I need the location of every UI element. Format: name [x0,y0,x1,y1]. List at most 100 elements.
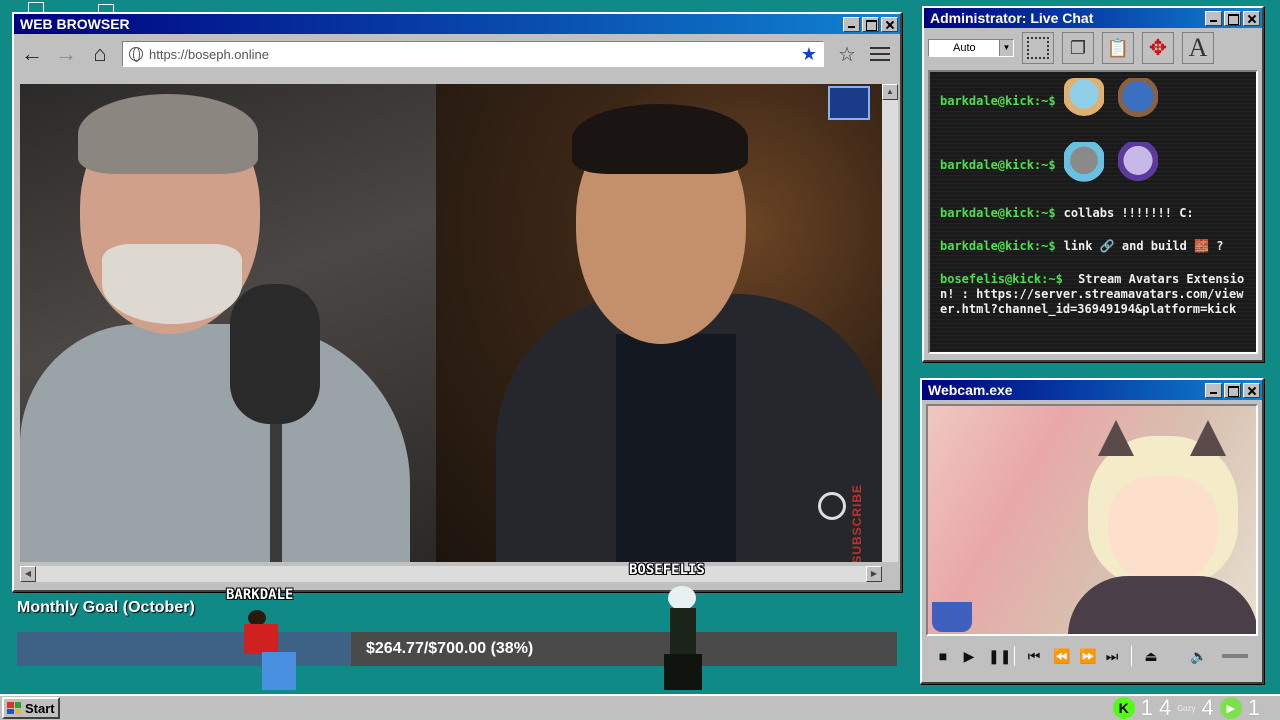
watermark-icon [818,492,846,520]
video-panel-left [20,84,436,562]
address-bar[interactable]: https://boseph.online ★ [122,41,824,67]
fast-forward-icon[interactable]: ⏩ [1079,648,1096,665]
tray-count: 1 [1247,695,1260,720]
pause-icon[interactable]: ❚❚ [988,648,1011,665]
skip-back-icon[interactable]: ⏮ [1027,648,1041,665]
scroll-left-icon[interactable]: ◀ [20,566,36,582]
browser-title: WEB BROWSER [20,16,130,32]
skip-forward-icon[interactable]: ⏭ [1105,648,1119,665]
maximize-button[interactable] [1224,382,1241,398]
favorites-star-icon[interactable]: ☆ [834,42,860,67]
horizontal-scrollbar[interactable]: ◀ ▶ [20,566,882,582]
bookmark-star-icon[interactable]: ★ [801,44,817,65]
goal-amount: $264.77/$700.00 (38%) [366,640,534,657]
chat-titlebar[interactable]: Administrator: Live Chat [924,8,1262,28]
chat-window: Administrator: Live Chat Auto ▼ ❐ 📋 ✥ A … [922,6,1264,362]
copy-tool-button[interactable]: ❐ [1062,32,1094,64]
scroll-right-icon[interactable]: ▶ [866,566,882,582]
start-label: Start [25,700,55,716]
chat-message: barkdale@kick:~$ collabs !!!!!!! C: [940,206,1246,221]
windows-logo-icon [7,702,21,714]
home-icon[interactable]: ⌂ [88,43,112,65]
hamburger-menu-icon[interactable] [870,47,890,61]
close-button[interactable] [881,16,898,32]
start-button[interactable]: Start [2,697,60,719]
move-tool-button[interactable]: ✥ [1142,32,1174,64]
kick-icon[interactable]: K [1112,697,1135,719]
forward-arrow-icon[interactable]: → [54,43,78,65]
rewind-icon[interactable]: ⏪ [1053,648,1070,665]
browser-navbar: ← → ⌂ https://boseph.online ★ ☆ [14,34,900,74]
webcam-window: Webcam.exe ■ ▶ ❚❚ ⏮ ⏪ ⏩ ⏭ ⏏ 🔈 [920,378,1264,684]
chat-username: barkdale@kick:~$ [940,157,1056,172]
mewtwo-emote-icon [1117,142,1158,188]
chevron-down-icon[interactable]: ▼ [999,40,1013,56]
webcam-title: Webcam.exe [928,382,1013,398]
goal-progress-fill [17,632,352,666]
maximize-button[interactable] [862,16,879,32]
close-button[interactable] [1243,10,1260,26]
minimize-button[interactable] [1205,10,1222,26]
chat-title: Administrator: Live Chat [930,10,1094,26]
chat-message: bosefelis@kick:~$ Stream Avatars Extensi… [940,272,1246,317]
vertical-scrollbar[interactable]: ▲ [882,84,898,562]
webcam-titlebar[interactable]: Webcam.exe [922,380,1262,400]
blastoise-emote-icon [1117,78,1158,124]
taskbar: Start K 1 4 Cozy 4 ▶ 1 [0,694,1280,720]
chat-username: barkdale@kick:~$ [940,206,1056,220]
chat-text: collabs !!!!!!! C: [1063,206,1194,220]
paste-icon: 📋 [1106,37,1130,58]
volume-icon[interactable]: 🔈 [1190,648,1207,665]
tray-count: 1 4 [1140,695,1172,720]
volume-slider[interactable] [1222,654,1248,658]
squirtle-emote-icon [1063,78,1104,124]
play-circle-icon[interactable]: ▶ [1219,697,1242,719]
browser-window: WEB BROWSER ← → ⌂ https://boseph.online … [12,12,902,592]
browser-titlebar[interactable]: WEB BROWSER [14,14,900,34]
maximize-button[interactable] [1224,10,1241,26]
chat-toolbar: Auto ▼ ❐ 📋 ✥ A [924,28,1262,68]
chat-username: barkdale@kick:~$ [940,93,1056,108]
eject-icon[interactable]: ⏏ [1144,648,1158,665]
media-controls: ■ ▶ ❚❚ ⏮ ⏪ ⏩ ⏭ ⏏ 🔈 [926,642,1258,670]
copy-icon: ❐ [1069,37,1087,58]
goal-progress-bar: $264.77/$700.00 (38%) [17,632,897,666]
goal-title: Monthly Goal (October) [17,599,195,616]
avatar-name-barkdale: BARKDALE [226,587,294,603]
avatar-sprite [668,586,696,610]
chat-username: barkdale@kick:~$ [940,239,1056,253]
chat-message: barkdale@kick:~$ [940,78,1246,124]
font-size-dropdown[interactable]: Auto ▼ [928,39,1014,57]
close-button[interactable] [1243,382,1260,398]
url-text: https://boseph.online [149,46,269,62]
select-tool-button[interactable] [1022,32,1054,64]
chat-username: bosefelis@kick:~$ [940,272,1063,286]
paste-tool-button[interactable]: 📋 [1102,32,1134,64]
dropdown-value: Auto [953,42,976,54]
video-player[interactable]: SUBSCRIBE [20,84,882,562]
stop-icon[interactable]: ■ [936,648,950,664]
font-icon: A [1188,33,1208,62]
chat-messages[interactable]: barkdale@kick:~$ barkdale@kick:~$ barkda… [928,70,1258,354]
scroll-up-icon[interactable]: ▲ [882,84,898,100]
webcam-view [926,404,1258,636]
emote-icon [1063,142,1104,188]
channel-logo-icon [828,86,870,120]
video-panel-right [436,84,882,562]
system-tray: K 1 4 Cozy 4 ▶ 1 [1112,695,1260,720]
back-arrow-icon[interactable]: ← [20,43,44,65]
chat-message: barkdale@kick:~$ link 🔗 and build 🧱 ? [940,239,1246,254]
selection-icon [1027,37,1049,59]
cozy-label: Cozy [1177,703,1196,713]
font-tool-button[interactable]: A [1182,32,1214,64]
move-icon: ✥ [1148,35,1168,60]
subscribe-watermark: SUBSCRIBE [850,484,864,562]
chat-text: link 🔗 and build 🧱 ? [1063,239,1224,253]
tray-count: 4 [1201,695,1214,720]
play-icon[interactable]: ▶ [962,648,976,665]
microphone [230,284,320,424]
avatar-name-bosefelis: BOSEFELIS [629,562,705,578]
minimize-button[interactable] [843,16,860,32]
chat-message: barkdale@kick:~$ [940,142,1246,188]
minimize-button[interactable] [1205,382,1222,398]
